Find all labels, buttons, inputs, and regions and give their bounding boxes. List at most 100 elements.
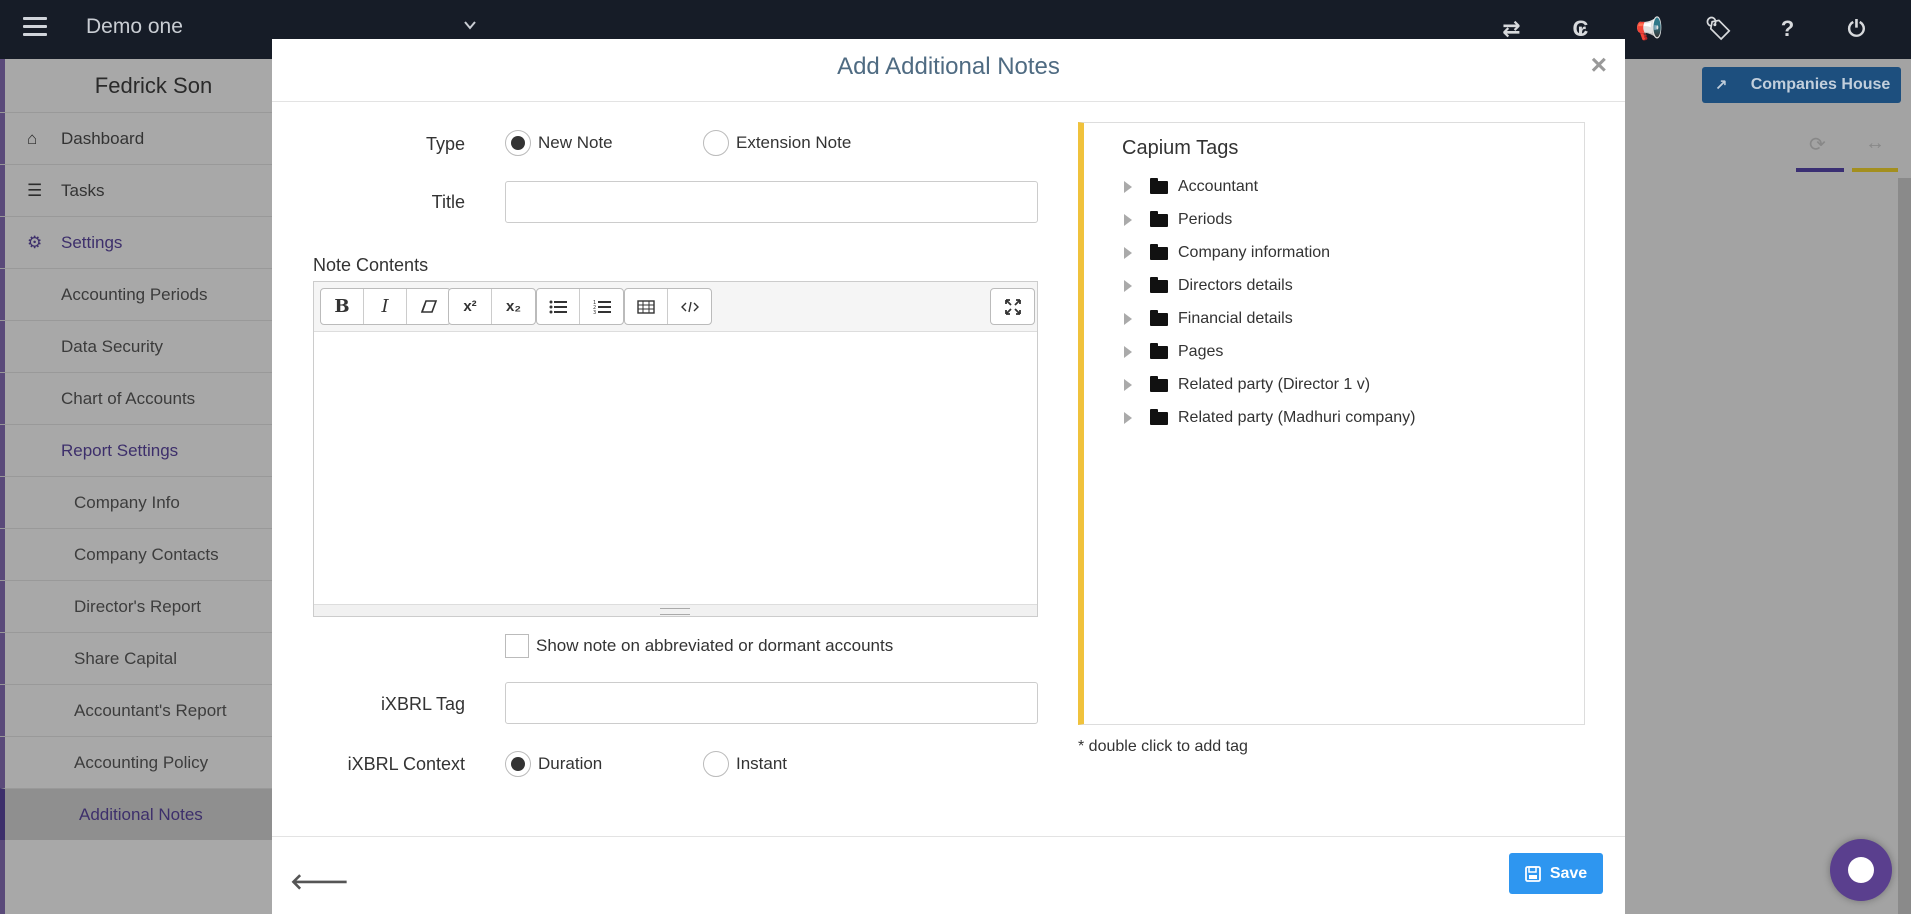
sidebar-item-report-settings[interactable]: Report Settings [0, 424, 272, 476]
tag-tree-item[interactable]: Company information [1124, 238, 1330, 268]
capium-tags-panel: Capium Tags Accountant Periods Company i… [1078, 122, 1585, 725]
type-new-note-radio[interactable]: New Note [505, 130, 613, 156]
help-icon[interactable]: ? [1753, 14, 1822, 44]
expand-arrow-icon[interactable] [1124, 379, 1132, 391]
companies-house-button[interactable]: ↗ Companies House [1702, 67, 1901, 103]
fullscreen-icon[interactable] [991, 289, 1034, 324]
expand-icon[interactable]: ↔ [1865, 132, 1885, 155]
chat-widget-icon[interactable] [1830, 839, 1892, 901]
sidebar-item-directors-report[interactable]: Director's Report [0, 580, 272, 632]
sidebar-item-label: Accounting Periods [61, 284, 208, 304]
refresh-icon[interactable]: ⟳ [1809, 132, 1826, 157]
code-view-icon[interactable] [668, 289, 711, 324]
tag-label: Financial details [1178, 310, 1293, 327]
back-arrow-icon[interactable]: 🡐 [290, 869, 349, 895]
home-icon: ⌂ [27, 128, 38, 148]
context-instant-radio[interactable]: Instant [703, 751, 787, 777]
modal-header: Add Additional Notes × [272, 39, 1625, 102]
sidebar-item-label: Report Settings [61, 440, 179, 460]
save-label: Save [1549, 864, 1588, 882]
sidebar-item-accounting-policy[interactable]: Accounting Policy [0, 736, 272, 788]
sidebar-item-dashboard[interactable]: ⌂ Dashboard [0, 112, 272, 164]
sidebar-item-label: Accountant's Report [74, 700, 227, 720]
subscript-button[interactable]: x₂ [492, 289, 535, 324]
hamburger-menu-icon[interactable] [23, 17, 47, 37]
folder-icon [1150, 342, 1168, 359]
sidebar-item-chart-of-accounts[interactable]: Chart of Accounts [0, 372, 272, 424]
tag-tree-item[interactable]: Accountant [1124, 172, 1258, 202]
tab-indicator [1796, 168, 1844, 172]
sidebar-item-data-security[interactable]: Data Security [0, 320, 272, 372]
save-button[interactable]: Save [1509, 853, 1603, 894]
expand-arrow-icon[interactable] [1124, 313, 1132, 325]
tasks-icon: ☰ [27, 180, 43, 200]
expand-arrow-icon[interactable] [1124, 214, 1132, 226]
eraser-icon[interactable] [407, 289, 450, 324]
ixbrl-tag-input[interactable] [505, 682, 1038, 724]
expand-arrow-icon[interactable] [1124, 181, 1132, 193]
scrollbar[interactable] [1898, 178, 1911, 914]
power-icon[interactable]: ⏻ [1822, 14, 1891, 44]
title-input[interactable] [505, 181, 1038, 223]
sidebar-item-settings[interactable]: ⚙ Settings [0, 216, 272, 268]
editor-resize-handle[interactable] [314, 604, 1037, 616]
modal-footer: 🡐 Save [272, 836, 1625, 914]
superscript-button[interactable]: x² [449, 289, 492, 324]
tab-indicator [1852, 168, 1898, 172]
expand-arrow-icon[interactable] [1124, 346, 1132, 358]
folder-icon [1150, 243, 1168, 260]
expand-arrow-icon[interactable] [1124, 412, 1132, 424]
tag-tree-item[interactable]: Directors details [1124, 271, 1293, 301]
radio-label: Instant [736, 754, 788, 773]
abbreviated-accounts-checkbox[interactable] [505, 634, 529, 658]
italic-button[interactable]: I [364, 289, 407, 324]
tag-tree-item[interactable]: Pages [1124, 337, 1223, 367]
sidebar-item-company-contacts[interactable]: Company Contacts [0, 528, 272, 580]
editor-toolbar: B I x² x₂ 123 [314, 282, 1037, 332]
type-extension-note-radio[interactable]: Extension Note [703, 130, 851, 156]
sidebar-item-share-capital[interactable]: Share Capital [0, 632, 272, 684]
chevron-down-icon[interactable] [463, 18, 477, 32]
company-selector[interactable]: Demo one [86, 15, 183, 39]
tag-icon[interactable]: 🏷 [1684, 14, 1753, 44]
radio-selected-icon [505, 130, 531, 156]
expand-arrow-icon[interactable] [1124, 280, 1132, 292]
table-icon[interactable] [625, 289, 668, 324]
tag-tree-item[interactable]: Financial details [1124, 304, 1293, 334]
sidebar-item-accountants-report[interactable]: Accountant's Report [0, 684, 272, 736]
rich-text-editor: B I x² x₂ 123 [313, 281, 1038, 617]
tag-label: Pages [1178, 343, 1224, 360]
ixbrl-tag-label: iXBRL Tag [380, 694, 465, 714]
modal-title: Add Additional Notes [837, 53, 1060, 80]
sidebar-item-label: Additional Notes [79, 804, 203, 824]
bold-button[interactable]: B [321, 289, 364, 324]
numbered-list-icon[interactable]: 123 [580, 289, 623, 324]
editor-content-area[interactable] [314, 332, 1037, 604]
expand-arrow-icon[interactable] [1124, 247, 1132, 259]
close-icon[interactable]: × [1591, 49, 1607, 81]
script-button-group: x² x₂ [448, 288, 536, 325]
sidebar-item-label: Chart of Accounts [61, 388, 196, 408]
sidebar-item-label: Settings [61, 232, 123, 252]
type-label: Type [425, 134, 465, 154]
tag-label: Accountant [1178, 178, 1259, 195]
bullet-list-icon[interactable] [537, 289, 580, 324]
sidebar-item-tasks[interactable]: ☰ Tasks [0, 164, 272, 216]
tag-tree-item[interactable]: Periods [1124, 205, 1232, 235]
tags-title: Capium Tags [1122, 137, 1239, 159]
sidebar-item-label: Accounting Policy [74, 752, 209, 772]
tag-label: Periods [1178, 211, 1233, 228]
tag-tree-item[interactable]: Related party (Madhuri company) [1124, 403, 1415, 433]
folder-icon [1150, 210, 1168, 227]
sidebar-item-accounting-periods[interactable]: Accounting Periods [0, 268, 272, 320]
sidebar-item-label: Company Contacts [74, 544, 219, 564]
content-area [1625, 59, 1911, 914]
sidebar-item-company-info[interactable]: Company Info [0, 476, 272, 528]
sidebar-item-label: Dashboard [61, 128, 145, 148]
tag-tree-item[interactable]: Related party (Director 1 v) [1124, 370, 1370, 400]
context-duration-radio[interactable]: Duration [505, 751, 602, 777]
sidebar-item-additional-notes[interactable]: Additional Notes [0, 788, 272, 840]
list-button-group: 123 [536, 288, 624, 325]
megaphone-icon[interactable]: 📢 [1615, 14, 1684, 44]
folder-icon [1150, 408, 1168, 425]
